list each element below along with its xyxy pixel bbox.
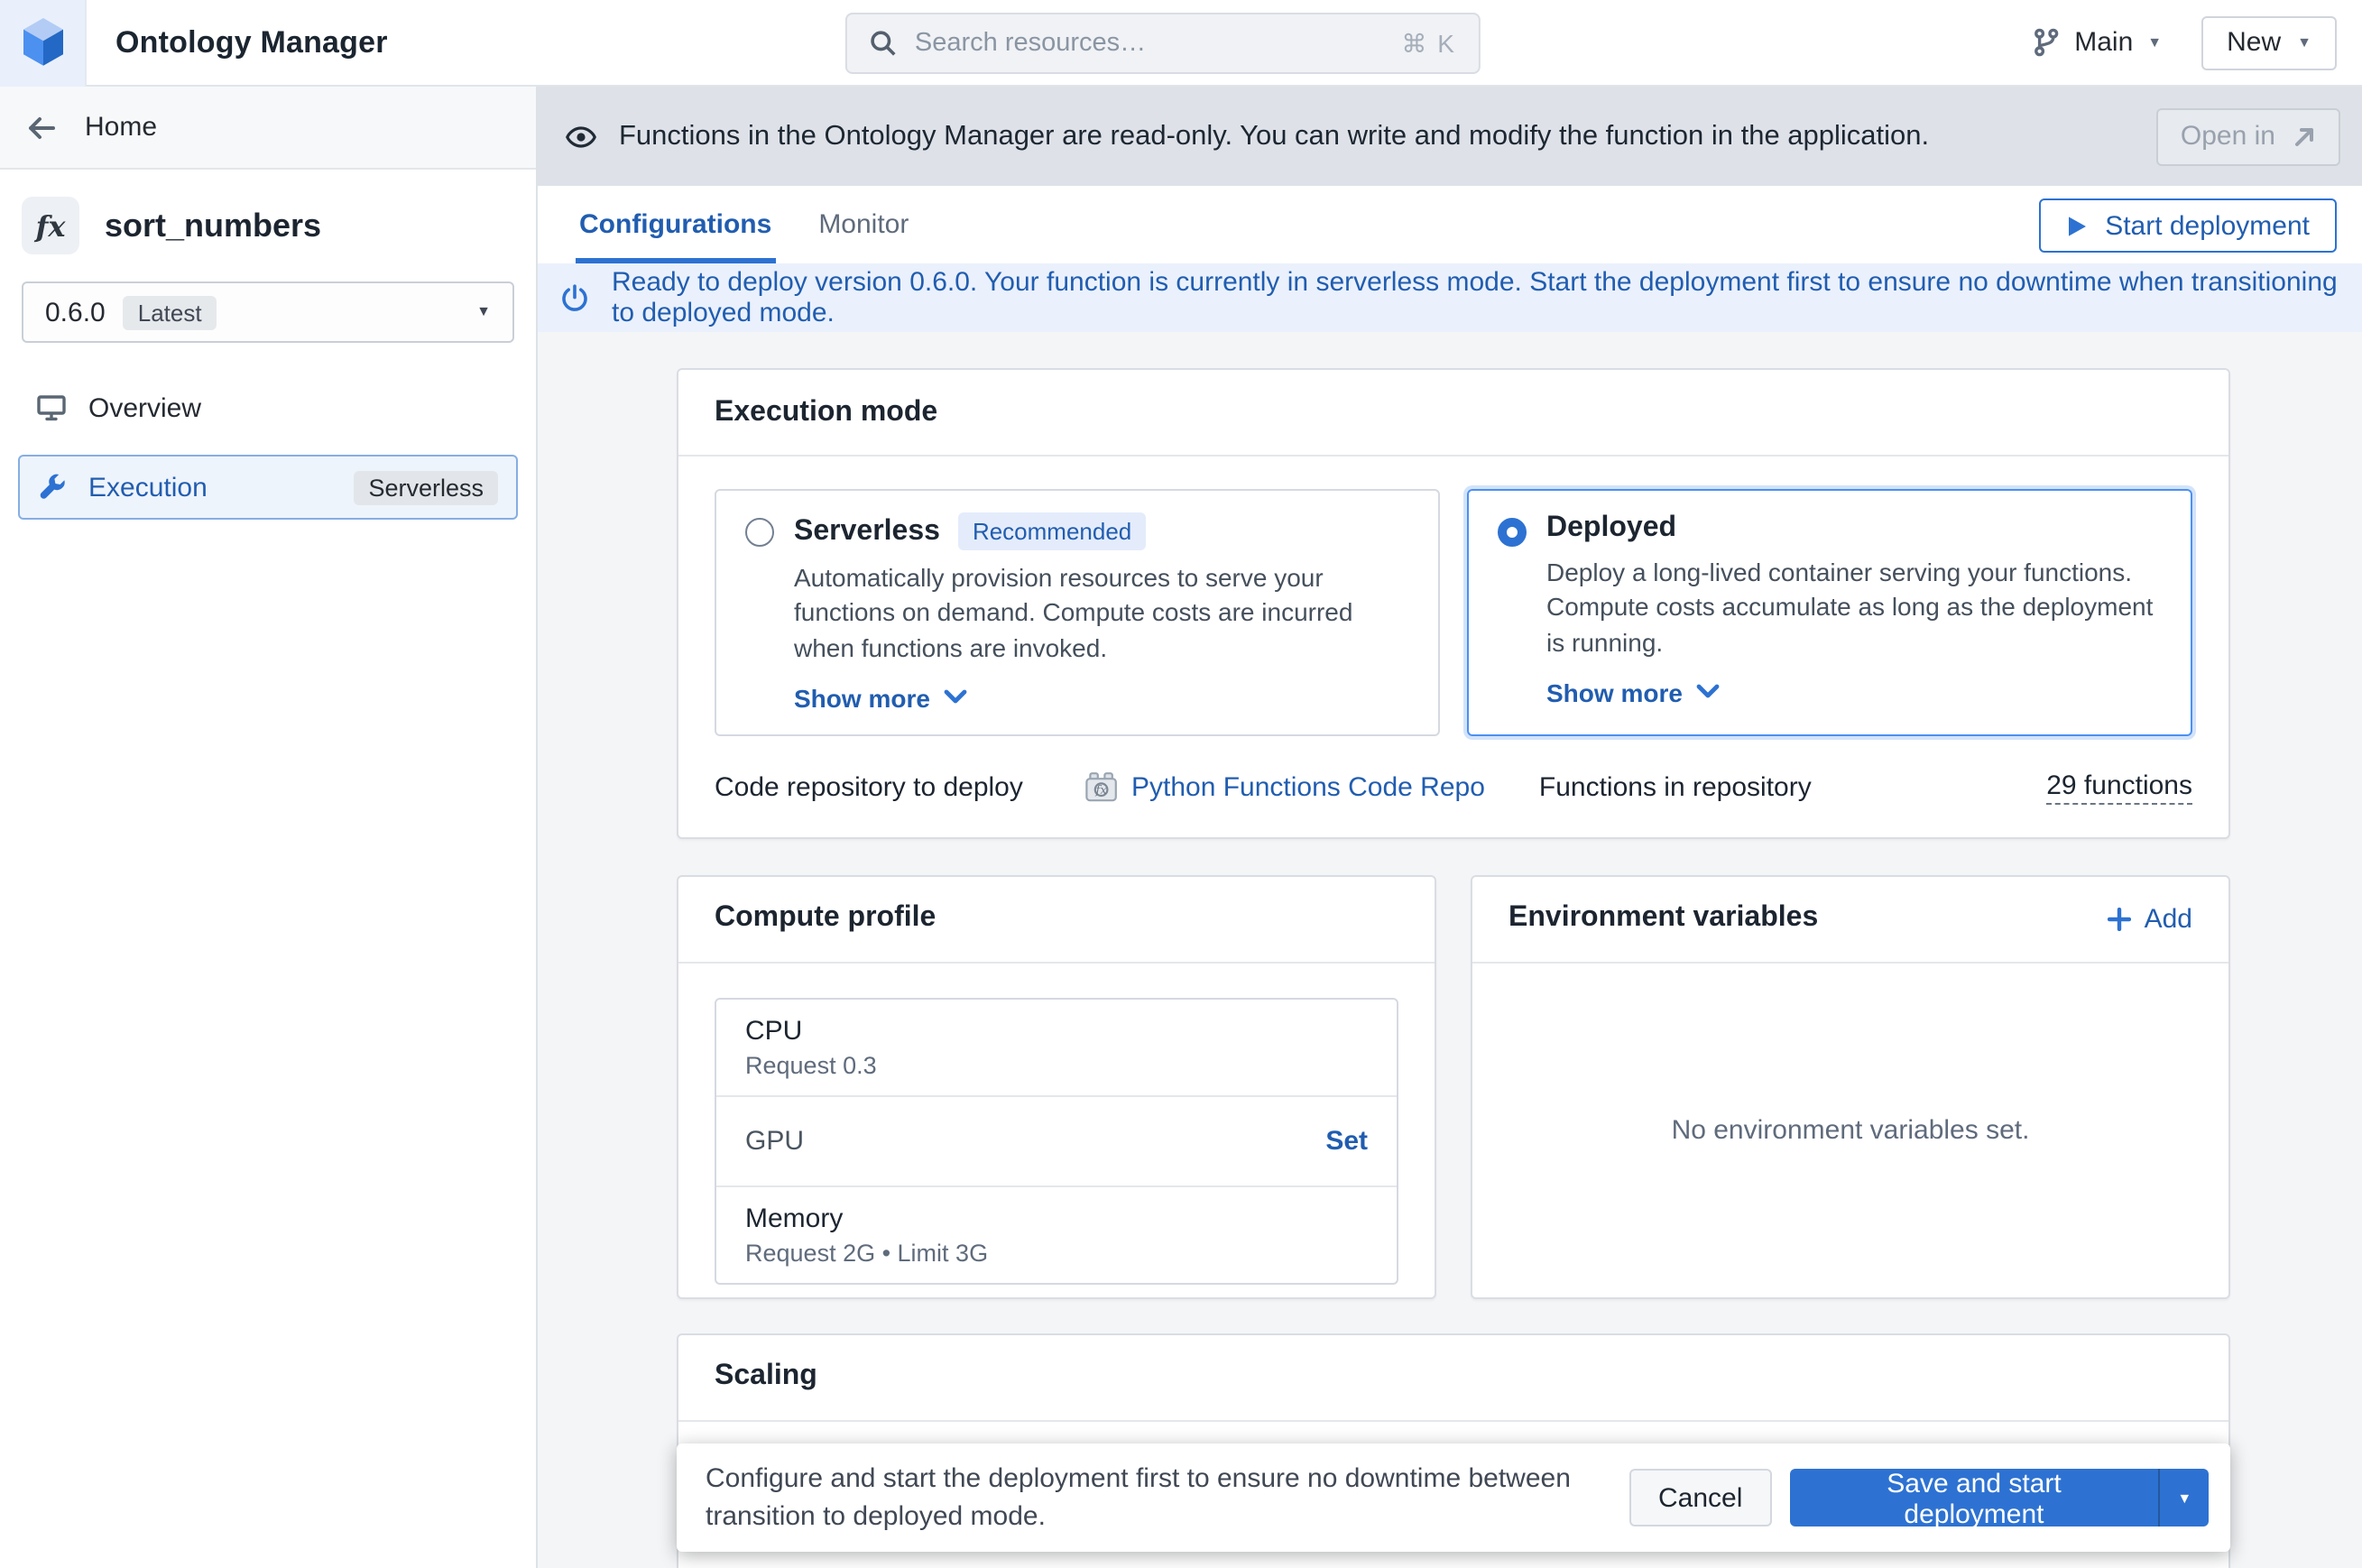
execution-mode-title: Execution mode (715, 396, 937, 429)
serverless-description: Automatically provision resources to ser… (794, 561, 1409, 666)
function-header: fx sort_numbers (0, 170, 536, 278)
monitor-icon (36, 393, 67, 422)
sidebar-nav: Overview Execution Serverless (0, 375, 536, 520)
sidebar-item-overview[interactable]: Overview (18, 375, 518, 440)
deployed-description: Deploy a long-lived container serving yo… (1546, 556, 2162, 660)
serverless-badge: Serverless (354, 470, 498, 504)
function-icon: fx (22, 197, 79, 254)
active-tab-underline (576, 258, 775, 263)
search-input[interactable]: Search resources… ⌘ K (844, 13, 1480, 74)
power-icon (559, 282, 590, 313)
app-title: Ontology Manager (115, 24, 388, 60)
topbar-right: Main ▼ New ▼ (2031, 15, 2362, 69)
functions-in-repo-label: Functions in repository (1539, 772, 1812, 803)
deployment-footer-bar: Configure and start the deployment first… (677, 1443, 2230, 1552)
compute-profile-list: CPU Request 0.3 GPU Set Memory Request 2… (715, 998, 1398, 1285)
version-number: 0.6.0 (45, 297, 106, 327)
show-more-deployed[interactable]: Show more (1546, 678, 2162, 707)
chevron-down-icon: ▼ (476, 305, 491, 319)
scaling-title: Scaling (715, 1361, 817, 1394)
functions-count[interactable]: 29 functions (2046, 770, 2192, 805)
tab-configurations[interactable]: Configurations (576, 186, 775, 263)
back-arrow-icon[interactable] (25, 113, 58, 142)
code-repository-icon: fx (1084, 771, 1119, 804)
env-vars-empty-state: No environment variables set. (1472, 964, 2228, 1299)
version-select[interactable]: 0.6.0 Latest ▼ (22, 281, 514, 343)
search-icon (868, 29, 897, 58)
branch-selector[interactable]: Main ▼ (2031, 27, 2162, 58)
readonly-text: Functions in the Ontology Manager are re… (619, 120, 1929, 152)
env-vars-title: Environment variables (1509, 903, 1818, 936)
cancel-button[interactable]: Cancel (1629, 1469, 1771, 1526)
search-placeholder: Search resources… (915, 29, 1402, 58)
deploy-info-banner: Ready to deploy version 0.6.0. Your func… (538, 263, 2362, 332)
function-name: sort_numbers (105, 207, 321, 244)
svg-text:fx: fx (1095, 785, 1108, 798)
cards-row: Compute profile CPU Request 0.3 GPU Set … (677, 875, 2230, 1299)
new-button[interactable]: New ▼ (2201, 15, 2337, 69)
start-deployment-button[interactable]: Start deployment (2038, 198, 2337, 253)
tab-monitor[interactable]: Monitor (815, 186, 912, 263)
compute-profile-title: Compute profile (715, 903, 936, 936)
tabs-bar: Configurations Monitor Start deployment (538, 186, 2362, 263)
top-bar: Ontology Manager Search resources… ⌘ K M… (0, 0, 2362, 87)
search-shortcut: ⌘ K (1401, 28, 1455, 59)
save-options-caret-button[interactable]: ▼ (2159, 1469, 2209, 1526)
radio-serverless[interactable] (745, 518, 774, 547)
sidebar-home[interactable]: Home (0, 87, 536, 170)
environment-variables-card: Environment variables Add No environment… (1471, 875, 2230, 1299)
chevron-down-icon (1697, 685, 1721, 701)
add-env-var-button[interactable]: Add (2108, 904, 2192, 935)
readonly-banner: Functions in the Ontology Manager are re… (538, 87, 2362, 186)
repo-link[interactable]: fx Python Functions Code Repo (1084, 771, 1485, 804)
recommended-badge: Recommended (958, 512, 1146, 550)
home-label: Home (85, 112, 157, 143)
cpu-row: CPU Request 0.3 (716, 1000, 1397, 1095)
play-icon (2065, 214, 2087, 237)
plus-icon (2108, 908, 2132, 931)
open-in-button[interactable]: Open in (2157, 107, 2340, 165)
chevron-down-icon: ▼ (2147, 35, 2162, 50)
latest-badge: Latest (124, 295, 217, 329)
wrench-icon (38, 473, 67, 502)
compute-profile-card: Compute profile CPU Request 0.3 GPU Set … (677, 875, 1436, 1299)
content-area: Execution mode Serverless Recommended Au… (538, 332, 2230, 1568)
app-logo-icon[interactable] (0, 0, 87, 86)
chevron-down-icon: ▼ (2297, 35, 2311, 50)
gpu-set-link[interactable]: Set (1325, 1126, 1368, 1157)
git-branch-icon (2031, 27, 2060, 58)
footer-message: Configure and start the deployment first… (706, 1459, 1629, 1536)
gpu-row: GPU Set (716, 1095, 1397, 1185)
branch-name: Main (2074, 27, 2133, 58)
memory-row: Memory Request 2G • Limit 3G (716, 1185, 1397, 1283)
show-more-serverless[interactable]: Show more (794, 684, 1409, 713)
eye-icon (565, 122, 597, 151)
repository-row: Code repository to deploy fx (715, 770, 2192, 805)
external-link-icon (2292, 124, 2317, 149)
save-and-start-button[interactable]: Save and start deployment (1789, 1469, 2158, 1526)
deploy-info-text: Ready to deploy version 0.6.0. Your func… (612, 267, 2340, 328)
chevron-down-icon (945, 690, 968, 706)
sidebar: Home fx sort_numbers 0.6.0 Latest ▼ Over… (0, 87, 538, 1568)
save-split-button: Save and start deployment ▼ (1789, 1469, 2209, 1526)
execution-mode-card: Execution mode Serverless Recommended Au… (677, 368, 2230, 839)
option-deployed[interactable]: Deployed Deploy a long-lived container s… (1467, 489, 2192, 736)
app-root: Ontology Manager Search resources… ⌘ K M… (0, 0, 2362, 1568)
repo-label: Code repository to deploy (715, 772, 1084, 803)
sidebar-item-execution[interactable]: Execution Serverless (18, 455, 518, 520)
main-panel: Functions in the Ontology Manager are re… (538, 87, 2362, 1568)
radio-deployed[interactable] (1498, 518, 1527, 547)
option-serverless[interactable]: Serverless Recommended Automatically pro… (715, 489, 1440, 736)
